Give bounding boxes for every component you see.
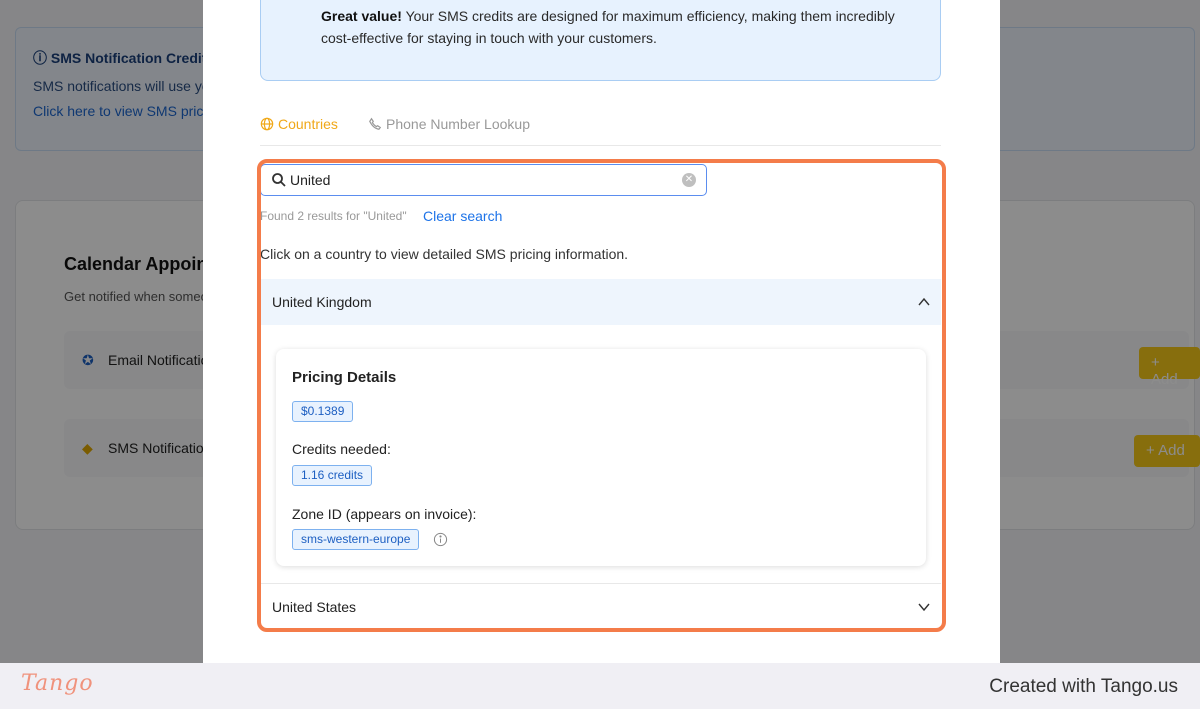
tango-credit: Created with Tango.us	[989, 676, 1178, 697]
banner-text: Your SMS credits are designed for maximu…	[321, 8, 895, 46]
tab-countries[interactable]: Countries	[260, 116, 338, 132]
tabs: Countries Phone Number Lookup	[260, 113, 941, 146]
tango-logo: Tango	[21, 671, 94, 696]
sms-pricing-modal: Great value! Your SMS credits are design…	[203, 0, 1000, 663]
banner-bold: Great value!	[321, 8, 402, 24]
value-banner: Great value! Your SMS credits are design…	[260, 0, 941, 81]
phone-icon	[369, 117, 382, 130]
globe-icon	[260, 117, 274, 131]
tango-footer: Tango Created with Tango.us	[0, 663, 1200, 709]
highlight-frame	[257, 159, 946, 632]
tab-phone-lookup[interactable]: Phone Number Lookup	[368, 116, 530, 132]
